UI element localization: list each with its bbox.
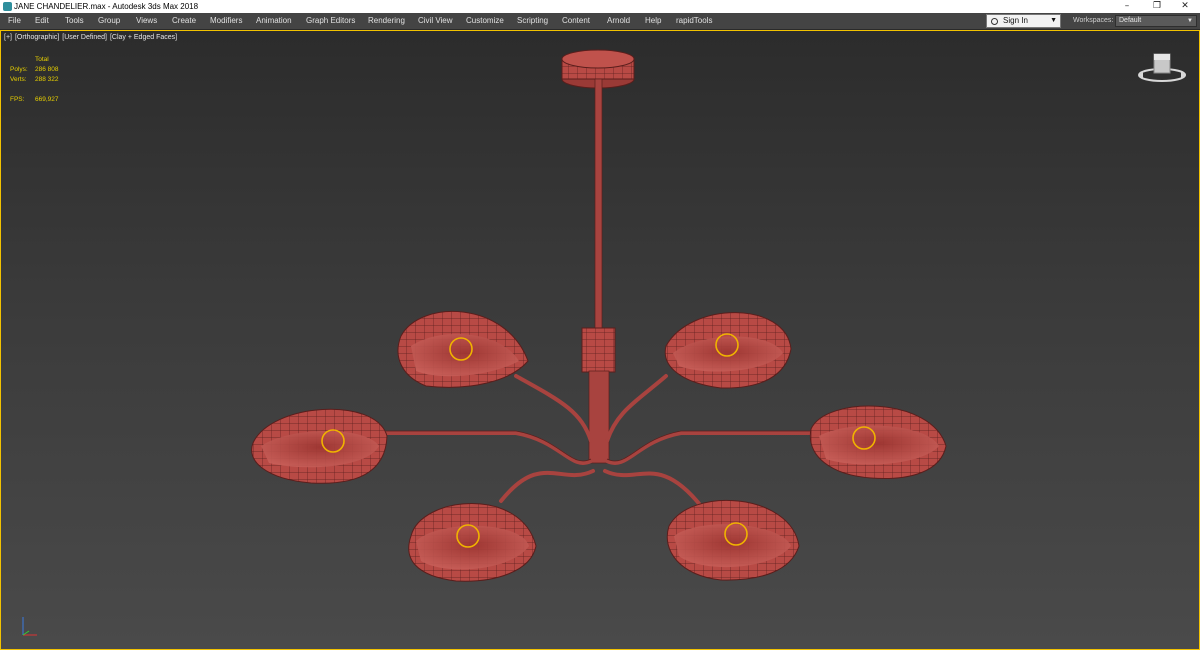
lamp-shade-lower-left xyxy=(408,503,537,582)
down-rod xyxy=(594,78,603,330)
axis-gizmo-icon xyxy=(22,617,37,636)
sign-in-dropdown[interactable]: Sign In ▼ xyxy=(986,14,1061,28)
menu-customize[interactable]: Customize xyxy=(466,13,504,29)
menu-group[interactable]: Group xyxy=(98,13,120,29)
menu-bar: File Edit Tools Group Views Create Modif… xyxy=(0,13,1200,30)
sign-in-label: Sign In xyxy=(1003,16,1028,25)
lamp-shade-right xyxy=(809,405,947,480)
lamp-shade-upper-right xyxy=(664,312,792,389)
workspaces-value: Default xyxy=(1119,17,1142,24)
workspaces-select[interactable]: Default ▼ xyxy=(1115,15,1197,27)
restore-button[interactable]: ❐ xyxy=(1142,0,1172,13)
menu-graph-editors[interactable]: Graph Editors xyxy=(306,13,355,29)
user-icon xyxy=(991,18,998,25)
menu-modifiers[interactable]: Modifiers xyxy=(210,13,242,29)
menu-arnold[interactable]: Arnold xyxy=(607,13,630,29)
menu-content[interactable]: Content xyxy=(562,13,590,29)
title-bar: JANE CHANDELIER.max - Autodesk 3ds Max 2… xyxy=(0,0,1200,13)
window-title: JANE CHANDELIER.max - Autodesk 3ds Max 2… xyxy=(14,2,199,11)
menu-tools[interactable]: Tools xyxy=(65,13,84,29)
menu-rapidtools[interactable]: rapidTools xyxy=(676,13,712,29)
chandelier-model[interactable] xyxy=(1,31,1199,649)
menu-views[interactable]: Views xyxy=(136,13,157,29)
menu-file[interactable]: File xyxy=(8,13,21,29)
menu-civil-view[interactable]: Civil View xyxy=(418,13,453,29)
menu-create[interactable]: Create xyxy=(172,13,196,29)
chevron-down-icon: ▼ xyxy=(1050,17,1057,24)
lamp-shade-upper-left xyxy=(397,310,529,388)
lamp-shade-lower-right xyxy=(666,499,800,581)
3ds-max-icon xyxy=(3,2,12,11)
workspaces-label: Workspaces: xyxy=(1073,17,1114,24)
menu-animation[interactable]: Animation xyxy=(256,13,292,29)
chevron-down-icon: ▼ xyxy=(1187,18,1193,24)
menu-rendering[interactable]: Rendering xyxy=(368,13,405,29)
viewport-orthographic[interactable]: [+] [Orthographic] [User Defined] [Clay … xyxy=(0,30,1200,650)
center-hub xyxy=(581,327,616,464)
menu-scripting[interactable]: Scripting xyxy=(517,13,548,29)
minimize-button[interactable]: – xyxy=(1112,0,1142,13)
lamp-shade-left xyxy=(251,408,388,484)
close-button[interactable]: ✕ xyxy=(1170,0,1200,13)
menu-help[interactable]: Help xyxy=(645,13,661,29)
menu-edit[interactable]: Edit xyxy=(35,13,49,29)
